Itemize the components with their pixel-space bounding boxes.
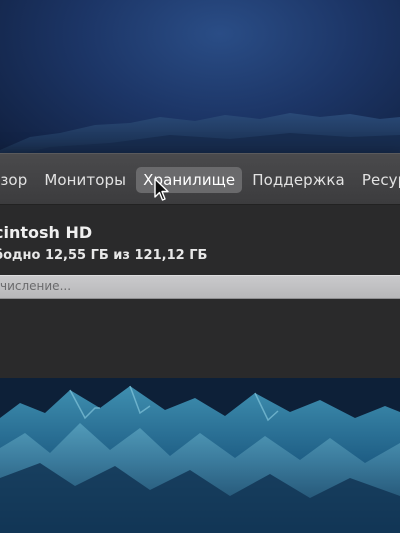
tab-resources[interactable]: Ресурс — [355, 167, 400, 193]
system-info-window: бзор Мониторы Хранилище Поддержка Ресурс… — [0, 153, 400, 382]
storage-bar-status: числение... — [0, 279, 72, 293]
window-toolbar: бзор Мониторы Хранилище Поддержка Ресурс — [0, 154, 400, 205]
storage-usage-bar: числение... — [0, 275, 400, 299]
wallpaper-mountains — [0, 378, 400, 533]
tab-support[interactable]: Поддержка — [245, 167, 352, 193]
arrow-cursor-icon — [154, 178, 169, 201]
storage-panel: cintosh HD бодно 12,55 ГБ из 121,12 ГБ ч… — [0, 205, 400, 382]
disk-name: cintosh HD — [0, 223, 93, 242]
tab-monitors[interactable]: Мониторы — [37, 167, 133, 193]
tab-overview[interactable]: бзор — [0, 167, 34, 193]
tab-storage[interactable]: Хранилище — [136, 167, 243, 193]
disk-free-space: бодно 12,55 ГБ из 121,12 ГБ — [0, 248, 208, 263]
tab-bar: бзор Мониторы Хранилище Поддержка Ресурс — [0, 166, 400, 194]
desktop-scene: бзор Мониторы Хранилище Поддержка Ресурс… — [0, 0, 400, 533]
